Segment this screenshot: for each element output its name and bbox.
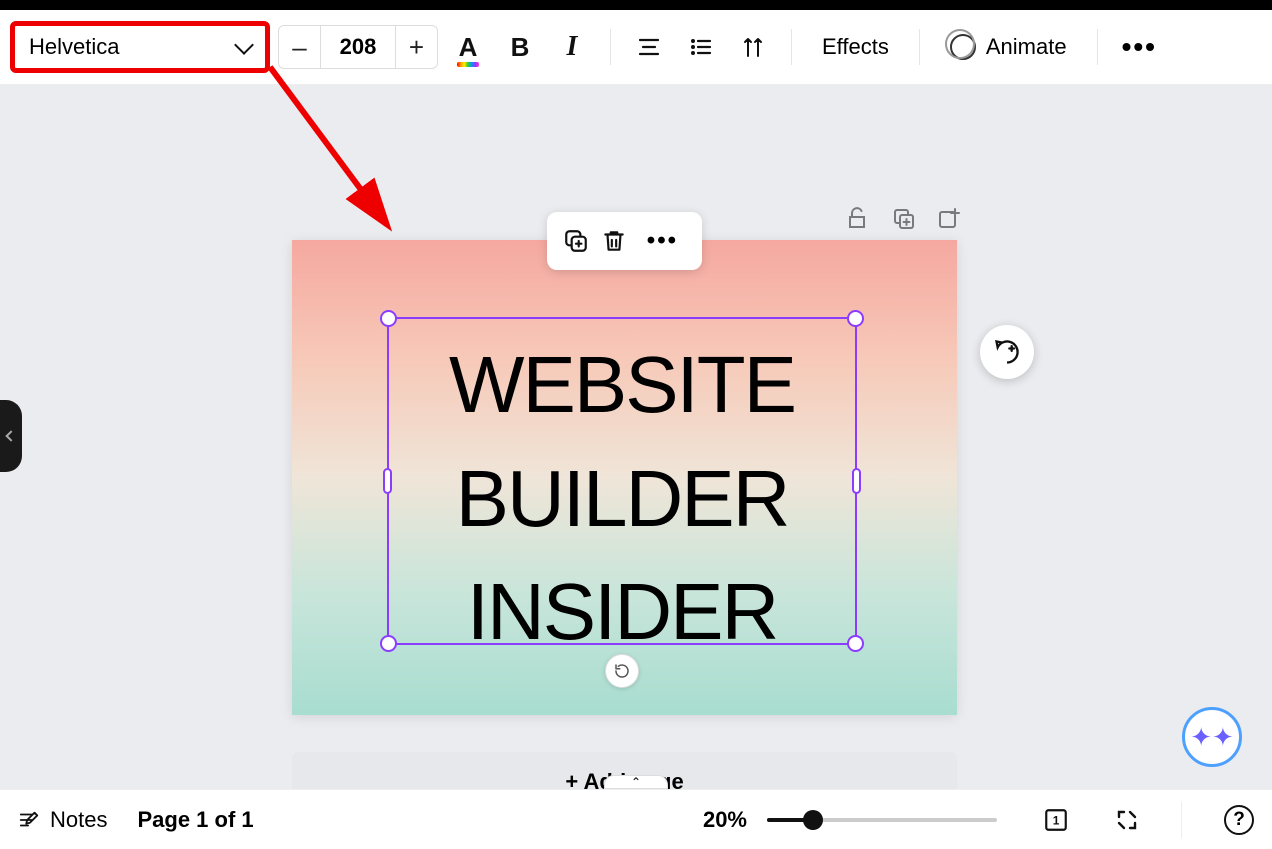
window-black-bar bbox=[0, 0, 1272, 10]
spacing-button[interactable] bbox=[731, 25, 775, 69]
more-options-button[interactable]: ••• bbox=[1114, 31, 1165, 63]
selection-bounding-box bbox=[387, 317, 857, 645]
page-controls bbox=[844, 205, 962, 231]
resize-handle-bottom-left[interactable] bbox=[380, 635, 397, 652]
animate-label: Animate bbox=[986, 34, 1067, 60]
page-indicator[interactable]: Page 1 of 1 bbox=[137, 807, 253, 833]
increase-font-button[interactable]: + bbox=[395, 25, 437, 69]
toolbar-divider bbox=[610, 29, 611, 65]
decrease-font-button[interactable]: – bbox=[279, 25, 321, 69]
duplicate-page-button[interactable] bbox=[890, 205, 916, 231]
copy-icon bbox=[563, 228, 589, 254]
resize-handle-left[interactable] bbox=[383, 468, 392, 494]
fullscreen-icon bbox=[1115, 808, 1139, 832]
magic-assistant-button[interactable]: ✦✦ bbox=[1182, 707, 1242, 767]
effects-button[interactable]: Effects bbox=[808, 34, 903, 60]
rotate-handle[interactable] bbox=[605, 654, 639, 688]
font-family-label: Helvetica bbox=[29, 34, 119, 60]
element-more-button[interactable]: ••• bbox=[639, 227, 686, 255]
list-button[interactable] bbox=[679, 25, 723, 69]
add-page-icon bbox=[937, 206, 961, 230]
bottom-bar: Notes Page 1 of 1 20% 1 ? bbox=[0, 789, 1272, 849]
text-color-icon: A bbox=[459, 32, 478, 63]
resize-handle-top-left[interactable] bbox=[380, 310, 397, 327]
alignment-button[interactable] bbox=[627, 25, 671, 69]
font-size-input[interactable] bbox=[321, 25, 395, 69]
lock-button[interactable] bbox=[844, 205, 870, 231]
font-size-group: – + bbox=[278, 25, 438, 69]
delete-element-button[interactable] bbox=[601, 228, 627, 254]
duplicate-icon bbox=[891, 206, 915, 230]
help-button[interactable]: ? bbox=[1224, 805, 1254, 835]
animate-icon bbox=[950, 34, 976, 60]
notes-button[interactable]: Notes bbox=[18, 807, 107, 833]
fullscreen-button[interactable] bbox=[1115, 808, 1139, 832]
bottombar-divider bbox=[1181, 802, 1182, 838]
notes-label: Notes bbox=[50, 807, 107, 833]
resize-handle-right[interactable] bbox=[852, 468, 861, 494]
resize-handle-top-right[interactable] bbox=[847, 310, 864, 327]
zoom-controls: 20% 1 ? bbox=[703, 802, 1254, 838]
canvas-area[interactable]: WEBSITE BUILDER INSIDER ••• + Add page bbox=[0, 85, 1272, 789]
expand-sidepanel-tab[interactable] bbox=[0, 400, 22, 472]
comment-fab-button[interactable] bbox=[980, 325, 1034, 379]
notes-icon bbox=[18, 809, 40, 831]
add-page-button[interactable] bbox=[936, 205, 962, 231]
sparkle-icon: ✦✦ bbox=[1190, 722, 1234, 753]
font-family-selector[interactable]: Helvetica bbox=[10, 21, 270, 73]
floating-context-toolbar: ••• bbox=[547, 212, 702, 270]
toolbar-divider bbox=[919, 29, 920, 65]
unlock-icon bbox=[845, 206, 869, 230]
duplicate-element-button[interactable] bbox=[563, 228, 589, 254]
animate-button[interactable]: Animate bbox=[936, 34, 1081, 60]
trash-icon bbox=[601, 228, 627, 254]
bold-button[interactable]: B bbox=[498, 25, 542, 69]
toolbar-divider bbox=[791, 29, 792, 65]
list-icon bbox=[689, 35, 713, 59]
grid-view-button[interactable]: 1 bbox=[1043, 807, 1069, 833]
italic-button[interactable]: I bbox=[550, 25, 594, 69]
top-toolbar: Helvetica – + A B I Effects Animate ••• bbox=[0, 10, 1272, 85]
text-color-button[interactable]: A bbox=[446, 25, 490, 69]
align-icon bbox=[637, 35, 661, 59]
toolbar-divider bbox=[1097, 29, 1098, 65]
zoom-slider-handle[interactable] bbox=[803, 810, 823, 830]
comment-plus-icon bbox=[993, 338, 1021, 366]
chevron-down-icon bbox=[234, 35, 254, 55]
svg-text:1: 1 bbox=[1053, 813, 1060, 827]
zoom-percentage[interactable]: 20% bbox=[703, 807, 747, 833]
design-canvas[interactable]: WEBSITE BUILDER INSIDER bbox=[292, 240, 957, 715]
spacing-icon bbox=[741, 35, 765, 59]
rotate-icon bbox=[613, 662, 631, 680]
resize-handle-bottom-right[interactable] bbox=[847, 635, 864, 652]
expand-bottom-panel-button[interactable]: ⌃ bbox=[604, 775, 668, 789]
zoom-slider[interactable] bbox=[767, 818, 997, 822]
grid-icon: 1 bbox=[1043, 807, 1069, 833]
